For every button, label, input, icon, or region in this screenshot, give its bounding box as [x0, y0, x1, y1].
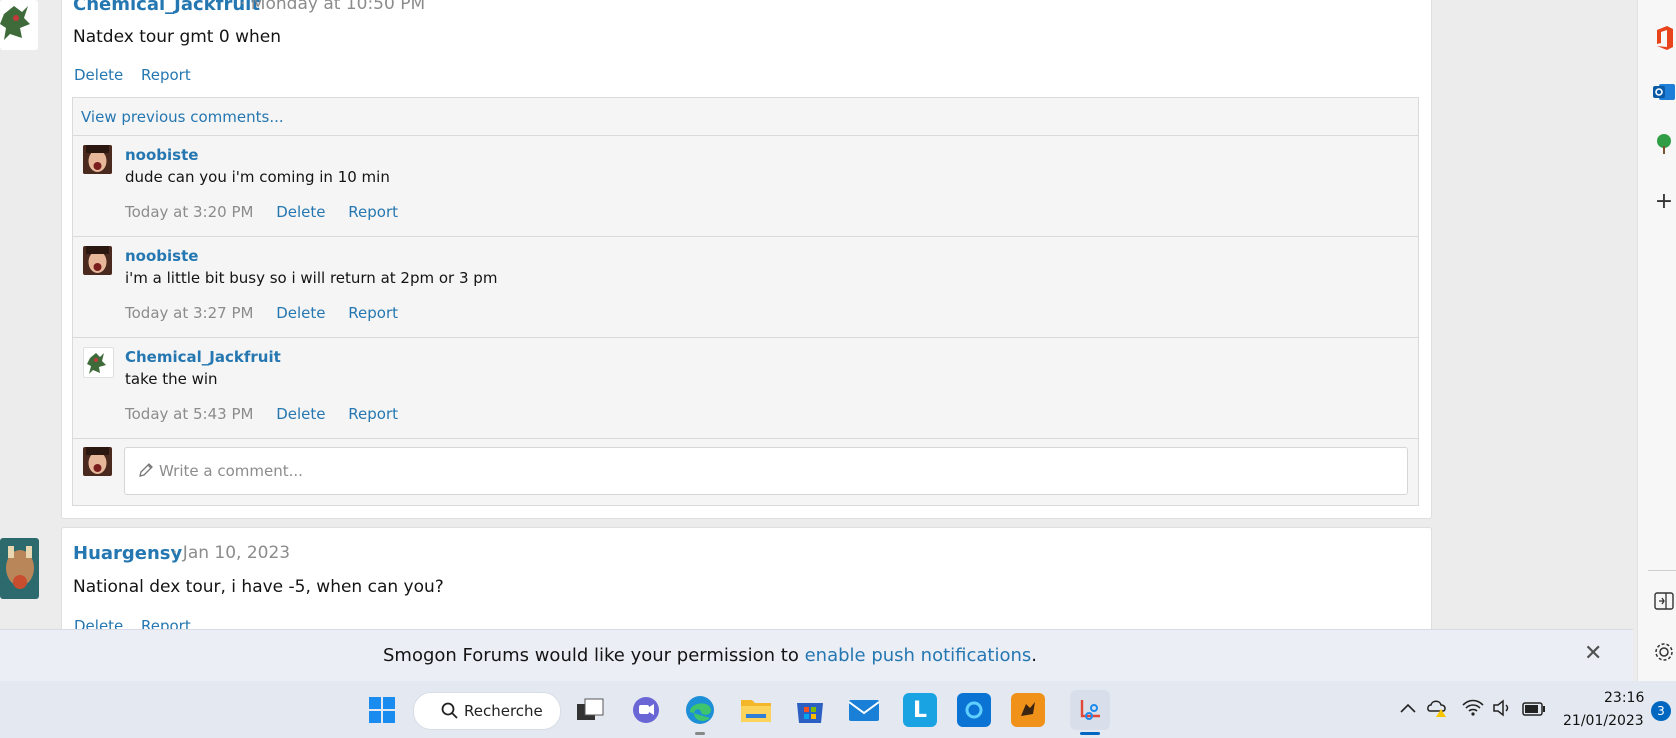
comment-time[interactable]: Today at 5:43 PM	[125, 405, 253, 423]
write-comment-row: Write a comment...	[73, 438, 1418, 505]
close-icon[interactable]: ✕	[1584, 641, 1602, 666]
comment-meta: Today at 5:43 PM Delete Report	[125, 405, 416, 423]
post-time[interactable]: · Jan 10, 2023	[172, 543, 290, 563]
cortana-circle-icon[interactable]	[957, 693, 991, 727]
comment-author[interactable]: noobiste	[125, 146, 198, 164]
current-user-avatar[interactable]	[83, 447, 112, 476]
comment-author[interactable]: Chemical_Jackfruit	[125, 348, 281, 366]
clock-time[interactable]: 23:16	[1604, 690, 1644, 706]
teams-chat-icon[interactable]	[629, 693, 663, 727]
comment-text: take the win	[125, 370, 218, 388]
snipping-tool-icon[interactable]	[1070, 690, 1110, 730]
outlook-icon[interactable]	[1652, 80, 1676, 104]
tree-icon[interactable]	[1652, 132, 1676, 156]
enable-push-notifications-link[interactable]: enable push notifications	[805, 645, 1032, 666]
comment-avatar[interactable]	[83, 246, 112, 275]
delete-link[interactable]: Delete	[74, 66, 123, 84]
post-message: National dex tour, i have -5, when can y…	[73, 577, 444, 597]
comment-report-link[interactable]: Report	[348, 203, 398, 221]
comment-delete-link[interactable]: Delete	[276, 405, 325, 423]
comment-time[interactable]: Today at 3:27 PM	[125, 304, 253, 322]
battery-icon[interactable]	[1522, 701, 1546, 720]
report-link[interactable]: Report	[141, 66, 191, 84]
notification-suffix: .	[1031, 645, 1038, 666]
post-author[interactable]: Chemical_Jackfruit	[73, 0, 260, 15]
post-avatar[interactable]	[0, 0, 38, 50]
wifi-icon[interactable]	[1462, 699, 1484, 721]
task-view-icon[interactable]	[573, 693, 607, 727]
pencil-icon	[137, 461, 155, 483]
edge-browser-icon[interactable]	[683, 693, 717, 727]
windows-start-icon[interactable]	[365, 693, 399, 727]
comment-meta: Today at 3:27 PM Delete Report	[125, 304, 416, 322]
onedrive-warning-icon[interactable]	[1427, 697, 1449, 721]
settings-gear-icon[interactable]	[1652, 640, 1676, 664]
split-panel-icon[interactable]	[1652, 589, 1676, 613]
microsoft-store-icon[interactable]	[793, 693, 827, 727]
post-time[interactable]: · Monday at 10:50 PM	[240, 0, 425, 14]
windows-taskbar	[0, 681, 1676, 738]
notification-prefix: Smogon Forums would like your permission…	[383, 645, 805, 666]
post-message: Natdex tour gmt 0 when	[73, 27, 282, 47]
comment-delete-link[interactable]: Delete	[276, 304, 325, 322]
mail-icon[interactable]	[847, 693, 881, 727]
game-launcher-icon[interactable]	[1011, 693, 1045, 727]
show-hidden-icons-chevron-icon[interactable]	[1399, 699, 1417, 718]
comment-time[interactable]: Today at 3:20 PM	[125, 203, 253, 221]
comment-placeholder: Write a comment...	[159, 462, 303, 480]
taskbar-search-box[interactable]: Recherche	[413, 692, 561, 730]
add-icon[interactable]: +	[1652, 189, 1676, 214]
view-previous-comments-link[interactable]: View previous comments...	[81, 108, 284, 126]
comment-meta: Today at 3:20 PM Delete Report	[125, 203, 416, 221]
file-explorer-icon[interactable]	[739, 693, 773, 727]
snipping-active-indicator	[1080, 732, 1100, 735]
lexibar-l-icon[interactable]: L	[903, 693, 937, 727]
comment-input[interactable]: Write a comment...	[124, 447, 1408, 495]
comment-avatar[interactable]	[83, 145, 112, 174]
comment-report-link[interactable]: Report	[348, 304, 398, 322]
clock-date[interactable]: 21/01/2023	[1563, 713, 1644, 729]
sidebar-divider	[1648, 570, 1676, 571]
push-notification-bar: Smogon Forums would like your permission…	[0, 629, 1633, 681]
comment-text: i'm a little bit busy so i will return a…	[125, 269, 498, 287]
comment-avatar[interactable]	[83, 347, 114, 378]
notification-count-badge[interactable]: 3	[1651, 701, 1671, 721]
edge-running-indicator	[695, 732, 705, 735]
search-icon	[441, 702, 459, 724]
comment-report-link[interactable]: Report	[348, 405, 398, 423]
comment-item: Chemical_Jackfruit take the win Today at…	[73, 337, 1418, 438]
comment-item: noobiste i'm a little bit busy so i will…	[73, 236, 1418, 337]
notification-message: Smogon Forums would like your permission…	[383, 645, 1037, 666]
search-label: Recherche	[464, 702, 543, 720]
comment-item: noobiste dude can you i'm coming in 10 m…	[73, 135, 1418, 236]
comment-author[interactable]: noobiste	[125, 247, 198, 265]
post-avatar[interactable]	[0, 538, 39, 599]
post-author[interactable]: Huargensy	[73, 543, 182, 564]
office-icon[interactable]	[1652, 26, 1676, 50]
comments-box: View previous comments... noobiste dude …	[72, 97, 1419, 506]
comment-delete-link[interactable]: Delete	[276, 203, 325, 221]
comment-text: dude can you i'm coming in 10 min	[125, 168, 390, 186]
volume-icon[interactable]	[1492, 699, 1514, 721]
